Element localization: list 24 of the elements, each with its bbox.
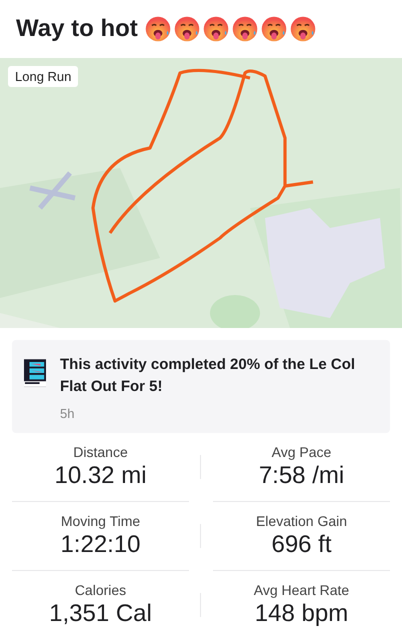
stat-label: Moving Time bbox=[60, 513, 140, 529]
stat-value: 696 ft bbox=[271, 531, 332, 559]
hot-face-icon bbox=[260, 15, 288, 43]
stat-label: Distance bbox=[73, 444, 128, 460]
challenge-text: This activity completed 20% of the Le Col Flat Out For 5! bbox=[60, 355, 356, 397]
stat-value: 7:58 /mi bbox=[258, 462, 344, 490]
hot-face-icon bbox=[202, 15, 230, 43]
challenge-badge-icon bbox=[24, 358, 46, 388]
stat-value: 148 bpm bbox=[254, 600, 348, 628]
hot-face-icon bbox=[288, 15, 317, 43]
stat-value: 1,351 Cal bbox=[49, 600, 152, 628]
stat-value: 1:22:10 bbox=[60, 531, 141, 559]
stat-label: Avg Pace bbox=[272, 444, 332, 460]
challenge-card[interactable]: This activity completed 20% of the Le Col Flat Out For 5! 5h bbox=[12, 340, 390, 433]
timestamp: 5h bbox=[60, 406, 76, 421]
hot-face-icon bbox=[172, 15, 201, 43]
stat-label: Elevation Gain bbox=[256, 513, 348, 529]
hot-face-icon bbox=[144, 15, 172, 43]
stat-label: Avg Heart Rate bbox=[254, 582, 350, 598]
stat-value: 10.32 mi bbox=[54, 462, 147, 490]
map-label: Long Run bbox=[8, 66, 78, 87]
hot-face-icon bbox=[230, 15, 259, 43]
activity-title: Way to hot bbox=[16, 15, 138, 43]
stat-label: Calories bbox=[74, 582, 126, 598]
